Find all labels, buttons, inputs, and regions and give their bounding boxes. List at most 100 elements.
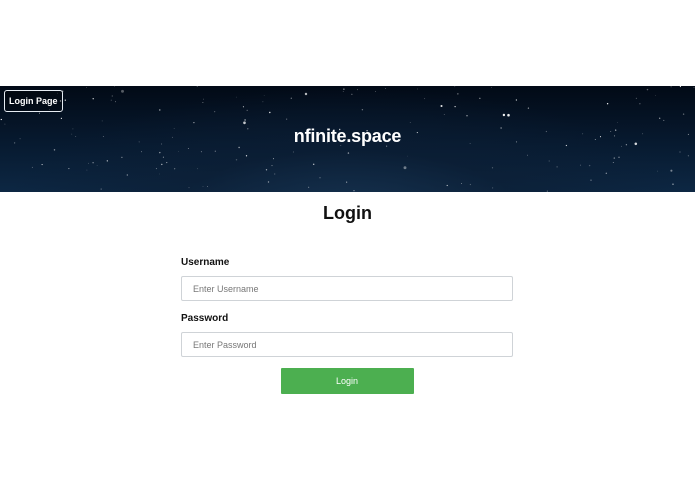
star (491, 167, 494, 169)
star (466, 115, 468, 117)
star (202, 102, 204, 103)
star (246, 109, 248, 112)
star (159, 109, 161, 111)
star (663, 119, 665, 121)
star (271, 165, 273, 167)
star (242, 106, 244, 108)
star (351, 93, 353, 95)
star (659, 117, 661, 119)
star (616, 122, 618, 123)
star (292, 151, 294, 153)
star (245, 155, 248, 157)
star (403, 166, 407, 170)
star (479, 97, 481, 99)
star (502, 113, 506, 117)
star (515, 99, 518, 101)
star (141, 151, 143, 153)
star (492, 187, 494, 189)
star (235, 159, 238, 161)
login-button[interactable]: Login (280, 368, 414, 394)
star (635, 97, 638, 99)
star (606, 103, 609, 105)
star (273, 158, 274, 160)
star (461, 183, 462, 184)
star (214, 150, 216, 152)
star (166, 162, 168, 164)
login-heading: Login (323, 203, 372, 223)
star (319, 177, 321, 179)
password-input[interactable] (181, 332, 513, 357)
star (491, 87, 492, 88)
star (38, 112, 41, 114)
star (155, 168, 157, 170)
password-label: Password (181, 313, 229, 324)
star (31, 166, 33, 168)
star (202, 186, 204, 188)
star (126, 174, 128, 176)
star (347, 152, 350, 154)
star (159, 173, 161, 175)
star (375, 91, 376, 92)
star (262, 101, 264, 103)
star (110, 99, 112, 101)
star (178, 151, 179, 153)
star (304, 92, 308, 96)
star (4, 123, 6, 125)
star (527, 154, 528, 156)
star (64, 99, 66, 101)
star (265, 169, 268, 171)
star (269, 111, 271, 114)
star (605, 172, 607, 174)
star (308, 186, 310, 188)
star (682, 113, 685, 115)
star (384, 88, 386, 90)
star (88, 162, 89, 164)
star (207, 186, 208, 187)
star (86, 169, 88, 171)
star (446, 184, 448, 187)
star (687, 155, 690, 157)
star (424, 98, 426, 100)
username-input[interactable] (181, 276, 513, 301)
star (188, 187, 190, 189)
star (672, 183, 674, 185)
star (657, 170, 658, 172)
star (546, 190, 548, 192)
star (342, 90, 344, 93)
star (639, 103, 641, 105)
star (60, 117, 63, 119)
star (274, 173, 276, 175)
star (235, 96, 237, 98)
star (618, 156, 620, 158)
star (267, 181, 270, 183)
star (527, 107, 530, 109)
star (454, 105, 456, 108)
star (200, 151, 202, 153)
star (101, 120, 103, 122)
star (174, 168, 176, 170)
star (53, 149, 56, 151)
star (244, 119, 246, 121)
star (115, 101, 117, 103)
star (409, 122, 411, 123)
star (646, 88, 649, 91)
star (612, 162, 614, 163)
star (187, 148, 189, 149)
star (193, 121, 195, 124)
star (100, 188, 102, 190)
star (440, 104, 443, 108)
star (457, 93, 459, 95)
star (290, 97, 292, 99)
star (286, 118, 288, 120)
star (507, 113, 510, 117)
star (86, 87, 87, 88)
login-page-tag: Login Page (4, 90, 63, 112)
star (693, 87, 695, 88)
star (161, 163, 163, 166)
star (407, 155, 408, 157)
star (263, 95, 265, 97)
star (343, 88, 345, 90)
star (92, 98, 94, 100)
login-form: Username Password Login (181, 255, 513, 394)
star (312, 163, 315, 166)
